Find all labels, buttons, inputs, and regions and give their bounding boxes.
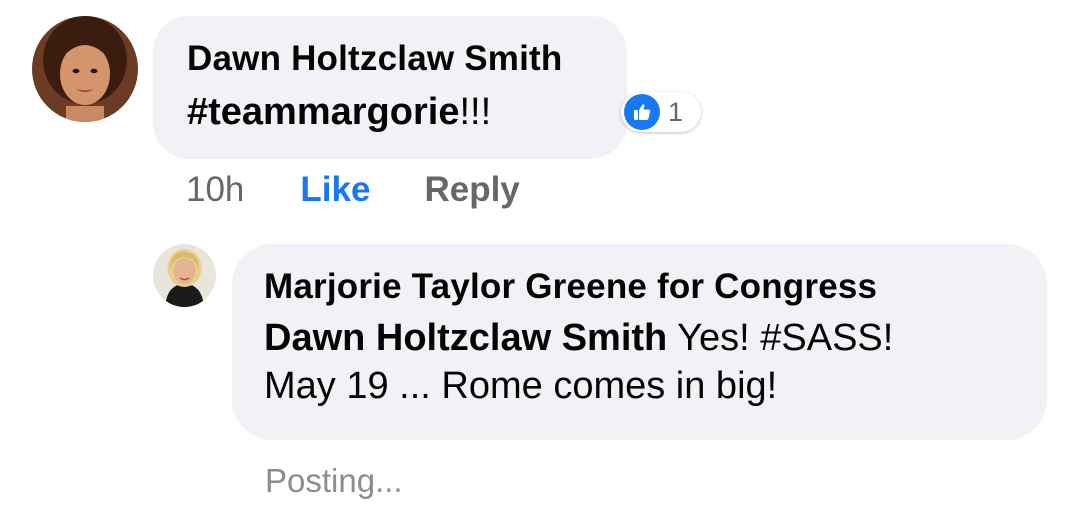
reply-text: Dawn Holtzclaw Smith Yes! #SASS! May 19 … — [264, 314, 1015, 410]
hashtag-link[interactable]: #teammargorie — [187, 91, 459, 133]
like-button[interactable]: Like — [300, 170, 370, 210]
commenter-avatar[interactable] — [32, 16, 138, 122]
comment-text: #teammargorie!!! — [187, 88, 593, 136]
comment-author-name[interactable]: Dawn Holtzclaw Smith — [187, 38, 593, 80]
comment-timestamp[interactable]: 10h — [186, 170, 244, 210]
comment-bubble: Dawn Holtzclaw Smith #teammargorie!!! — [153, 16, 627, 159]
reply-bubble: Marjorie Taylor Greene for Congress Dawn… — [232, 244, 1047, 440]
profile-photo — [32, 16, 138, 122]
reply-author-name[interactable]: Marjorie Taylor Greene for Congress — [264, 266, 1015, 308]
reaction-summary[interactable]: 1 — [621, 92, 701, 132]
reply-text-rest: Yes! #SASS! — [667, 317, 894, 359]
replier-avatar[interactable] — [153, 244, 216, 307]
thumbs-up-icon — [624, 94, 660, 130]
mention-link[interactable]: Dawn Holtzclaw Smith — [264, 317, 667, 359]
reply-text-line-1: Dawn Holtzclaw Smith Yes! #SASS! — [264, 314, 1015, 362]
comment-actions: 10h Like Reply — [186, 168, 520, 212]
comment-text-rest: !!! — [459, 91, 492, 133]
profile-photo — [153, 244, 216, 307]
reply-text-line-2: May 19 ... Rome comes in big! — [264, 365, 778, 407]
reply-button[interactable]: Reply — [424, 170, 519, 210]
posting-status: Posting... — [265, 462, 403, 499]
reaction-count: 1 — [668, 96, 684, 127]
